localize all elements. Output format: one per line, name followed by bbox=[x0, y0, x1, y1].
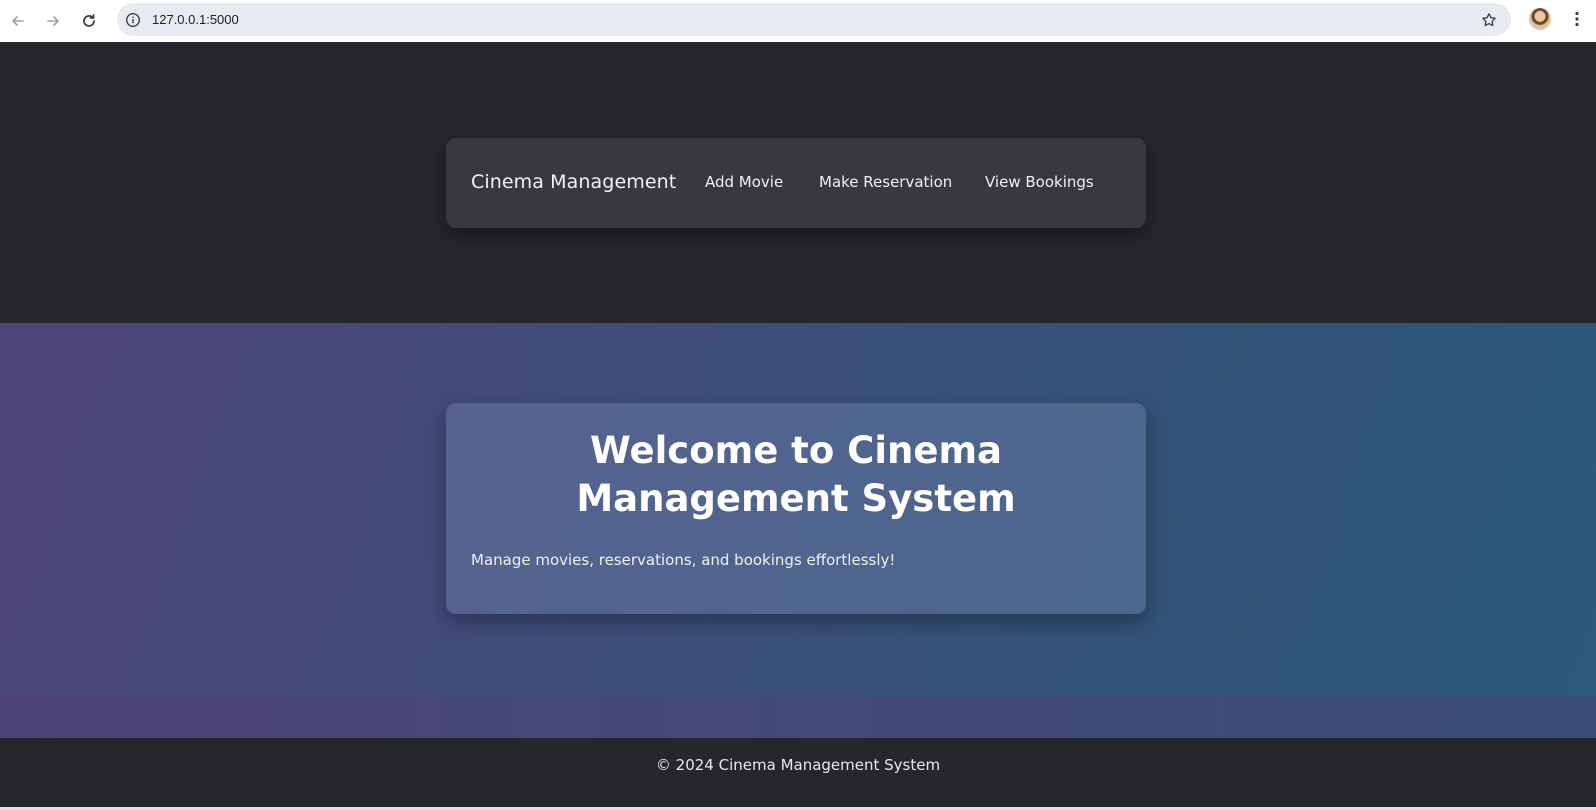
forward-button[interactable] bbox=[35, 3, 71, 39]
welcome-card: Welcome to Cinema Management System Mana… bbox=[446, 403, 1146, 614]
bookmark-button[interactable] bbox=[1479, 10, 1499, 30]
page-title: Welcome to Cinema Management System bbox=[576, 429, 1016, 520]
arrow-right-icon bbox=[47, 16, 59, 26]
welcome-subtitle: Manage movies, reservations, and booking… bbox=[471, 551, 896, 569]
info-icon bbox=[125, 12, 141, 27]
profile-avatar[interactable] bbox=[1529, 8, 1551, 30]
navbar: Cinema Management Add Movie Make Reserva… bbox=[446, 138, 1146, 228]
brand-logo-text[interactable]: Cinema Management bbox=[471, 171, 676, 193]
header-section: Cinema Management Add Movie Make Reserva… bbox=[0, 42, 1596, 323]
reload-button[interactable] bbox=[71, 3, 107, 39]
footer-copyright: © 2024 Cinema Management System bbox=[655, 756, 941, 774]
back-button[interactable] bbox=[0, 3, 36, 39]
nav-link-add-movie[interactable]: Add Movie bbox=[705, 173, 783, 191]
address-bar[interactable]: 127.0.0.1:5000 bbox=[117, 3, 1511, 36]
site-info-button[interactable] bbox=[123, 10, 143, 30]
nav-link-view-bookings[interactable]: View Bookings bbox=[985, 173, 1094, 191]
nav-link-make-reservation[interactable]: Make Reservation bbox=[819, 173, 952, 191]
footer: © 2024 Cinema Management System bbox=[0, 738, 1596, 810]
arrow-left-icon bbox=[12, 16, 24, 26]
star-icon bbox=[1482, 13, 1496, 27]
browser-toolbar: 127.0.0.1:5000 bbox=[0, 0, 1596, 42]
reload-icon bbox=[83, 14, 95, 27]
url-text[interactable]: 127.0.0.1:5000 bbox=[152, 12, 239, 27]
hero-bottom-band bbox=[0, 695, 1596, 738]
browser-menu-button[interactable] bbox=[1565, 6, 1589, 32]
kebab-menu-icon bbox=[1575, 11, 1579, 27]
